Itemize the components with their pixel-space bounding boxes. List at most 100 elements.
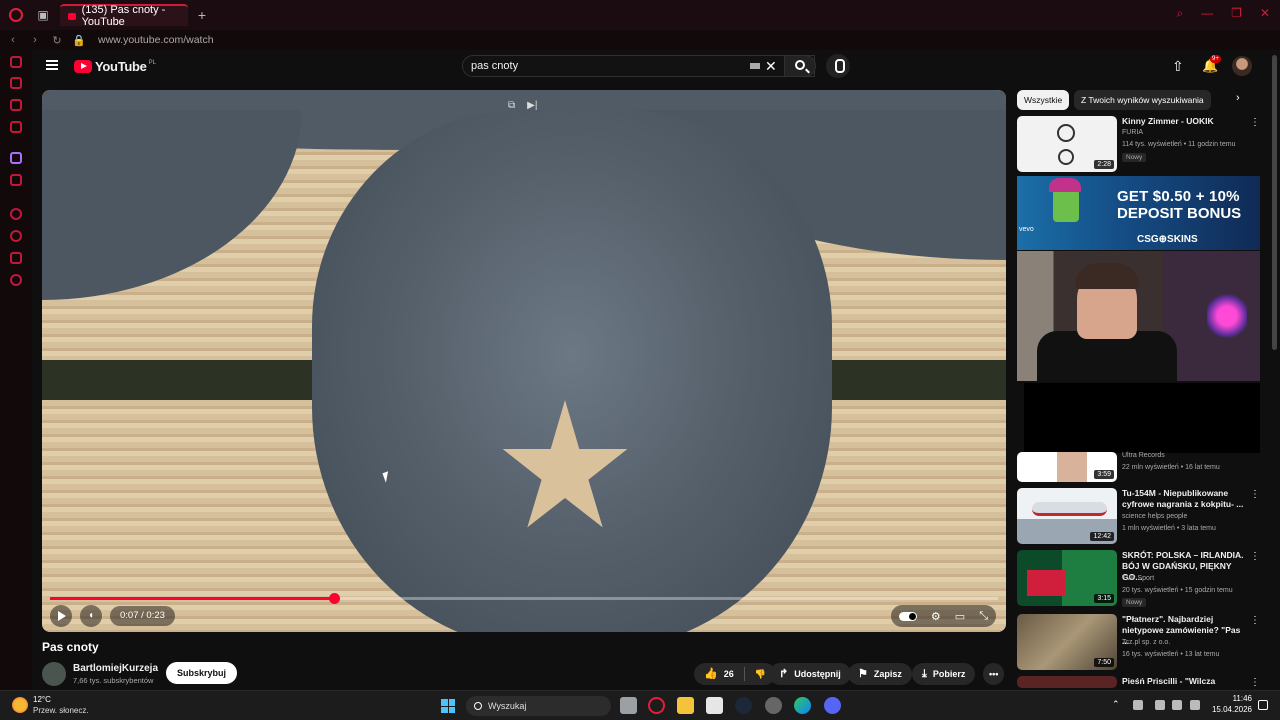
volume-icon[interactable]: ◖ <box>80 605 102 627</box>
settings-gear-icon[interactable]: ⚙ <box>931 610 941 623</box>
video-thumbnail[interactable] <box>1017 676 1117 688</box>
taskbar-search[interactable]: Wyszukaj <box>466 696 611 716</box>
microphone-icon[interactable] <box>1155 700 1165 710</box>
back-icon[interactable]: ‹ <box>4 34 22 46</box>
more-vertical-icon[interactable]: ⋮ <box>1250 615 1260 626</box>
tray-overflow-icon[interactable]: ⌃ <box>1112 699 1120 710</box>
weather-sun-icon[interactable] <box>12 697 28 713</box>
edge-icon[interactable] <box>794 697 811 714</box>
list-item[interactable]: 7:50 "Płatnerz". Najbardziej nietypowe z… <box>1017 614 1265 670</box>
channel-name[interactable]: BartlomiejKurzeja <box>73 663 158 674</box>
forward-icon[interactable]: › <box>26 34 44 46</box>
ad-banner[interactable]: vevo GET $0.50 + 10% DEPOSIT BONUS CSG⊕S… <box>1017 176 1260 250</box>
sidebar-settings-icon[interactable] <box>10 274 22 286</box>
more-vertical-icon[interactable]: ⋮ <box>1250 489 1260 500</box>
list-item[interactable]: 12:42 Tu-154M - Niepublikowane cyfrowe n… <box>1017 488 1265 544</box>
file-explorer-icon[interactable] <box>677 697 694 714</box>
minimize-icon[interactable]: — <box>1201 6 1213 21</box>
rec-channel[interactable]: Ultra Records <box>1122 452 1165 459</box>
create-icon[interactable]: ⇧ <box>1172 58 1184 75</box>
channel-avatar[interactable] <box>42 662 66 686</box>
theater-mode-icon[interactable]: ▭ <box>955 610 965 623</box>
keyboard-icon[interactable] <box>750 63 760 69</box>
sidebar-extensions-icon[interactable] <box>10 252 22 264</box>
more-vertical-icon[interactable]: ⋮ <box>1250 551 1260 562</box>
clock-time[interactable]: 11:46 <box>1224 694 1252 703</box>
youtube-logo[interactable]: YouTube PL <box>74 59 156 74</box>
sidebar-twitch-icon[interactable] <box>10 152 22 164</box>
rec-title[interactable]: Kinny Zimmer - UOKIK <box>1122 116 1247 127</box>
github-desktop-icon[interactable] <box>765 697 782 714</box>
rec-title[interactable]: Pieśń Priscilli - "Wilcza Zamieć" <box>1122 676 1247 688</box>
network-icon[interactable] <box>1172 700 1182 710</box>
sidebar-speed-dial-icon[interactable] <box>10 56 22 68</box>
autoplay-toggle[interactable] <box>898 611 917 621</box>
more-vertical-icon[interactable]: ⋮ <box>1250 117 1260 128</box>
clear-search-icon[interactable]: ✕ <box>765 58 777 75</box>
new-tab-icon[interactable]: + <box>192 7 212 23</box>
play-button[interactable] <box>50 605 72 627</box>
opera-logo-icon[interactable] <box>0 0 32 30</box>
video-thumbnail[interactable]: 7:50 <box>1017 614 1117 670</box>
more-vertical-icon[interactable]: ⋮ <box>1250 677 1260 688</box>
rec-channel[interactable]: FURIA <box>1122 129 1143 136</box>
sidebar-history-icon[interactable] <box>10 230 22 242</box>
notification-center-icon[interactable] <box>1258 700 1268 710</box>
tab-list-icon[interactable]: ▣ <box>32 8 54 22</box>
maximize-icon[interactable]: ❐ <box>1231 6 1242 21</box>
sidebar-messenger-icon[interactable] <box>10 99 22 111</box>
sidebar-mail-icon[interactable] <box>10 121 22 133</box>
save-button[interactable]: ⚑ Zapisz <box>848 663 912 685</box>
subscribe-button[interactable]: Subskrybuj <box>166 662 238 684</box>
rec-channel[interactable]: science helps people <box>1122 513 1187 520</box>
search-input[interactable]: pas cnoty <box>462 55 815 77</box>
steam-icon[interactable] <box>735 697 752 714</box>
next-video-icon[interactable]: ▶| <box>527 100 537 111</box>
windows-start-icon[interactable] <box>441 699 455 713</box>
more-actions-button[interactable]: ••• <box>983 663 1005 685</box>
rec-channel[interactable]: TVP Sport <box>1122 575 1154 582</box>
like-count[interactable]: 26 <box>724 663 734 685</box>
list-item[interactable]: 3:59 Ultra Records 22 mln wyświetleń • 1… <box>1017 450 1265 482</box>
voice-search-button[interactable] <box>826 54 850 78</box>
sidebar-youtube-icon[interactable] <box>10 174 22 186</box>
video-thumbnail[interactable]: 3:59 <box>1017 452 1117 482</box>
close-window-icon[interactable]: ✕ <box>1260 6 1270 21</box>
weather-description[interactable]: Przew. słonecz. <box>33 706 89 715</box>
video-thumbnail[interactable]: 3:15 <box>1017 550 1117 606</box>
weather-temperature[interactable]: 12°C <box>33 695 51 704</box>
opera-taskbar-icon[interactable] <box>648 697 665 714</box>
share-button[interactable]: ↱ Udostępnij <box>769 663 851 685</box>
account-avatar[interactable] <box>1232 56 1252 76</box>
video-thumbnail[interactable]: 12:42 <box>1017 488 1117 544</box>
chip-from-search[interactable]: Z Twoich wyników wyszukiwania <box>1074 90 1211 110</box>
sidebar-player-icon[interactable] <box>10 208 22 220</box>
reload-icon[interactable]: ↻ <box>48 34 66 47</box>
browser-tab-active[interactable]: (135) Pas cnoty - YouTube <box>60 4 188 28</box>
rec-channel[interactable]: Tcz.pl sp. z o.o. <box>1122 639 1170 646</box>
video-player[interactable]: ⧉ ▶| ◖ 0:07 / 0:23 ⚙ ▭ ⤡ <box>42 90 1006 632</box>
video-thumbnail[interactable]: 2:28 <box>1017 116 1117 172</box>
miniplayer-icon[interactable]: ⧉ <box>508 100 515 111</box>
page-scrollbar[interactable] <box>1272 55 1277 350</box>
rec-title[interactable]: Tu-154M - Niepublikowane cyfrowe nagrani… <box>1122 488 1247 510</box>
menu-icon[interactable] <box>46 60 58 70</box>
list-item[interactable]: Pieśń Priscilli - "Wilcza Zamieć" ⋮ <box>1017 676 1265 688</box>
store-icon[interactable] <box>706 697 723 714</box>
like-icon[interactable]: 👍 <box>704 663 718 685</box>
progress-bar[interactable] <box>50 593 998 604</box>
list-item[interactable]: 3:15 SKRÓT: POLSKA – IRLANDIA. BÓJ W GDA… <box>1017 550 1265 607</box>
clock-date[interactable]: 15.04.2026 <box>1206 705 1252 714</box>
fullscreen-icon[interactable]: ⤡ <box>979 610 988 623</box>
search-button[interactable] <box>784 55 816 77</box>
discord-icon[interactable] <box>824 697 841 714</box>
chip-all[interactable]: Wszystkie <box>1017 90 1070 110</box>
sidebar-aria-icon[interactable] <box>10 77 22 89</box>
list-item[interactable]: 2:28 Kinny Zimmer - UOKIK FURIA 114 tys.… <box>1017 116 1265 172</box>
chip-next-chevron-icon[interactable]: › <box>1236 92 1240 104</box>
tray-app-icon[interactable] <box>1133 700 1143 710</box>
task-view-icon[interactable] <box>620 697 637 714</box>
search-tabs-icon[interactable]: ⌕ <box>1176 6 1183 21</box>
speaker-icon[interactable] <box>1190 700 1200 710</box>
url-field[interactable]: www.youtube.com/watch <box>98 34 214 46</box>
